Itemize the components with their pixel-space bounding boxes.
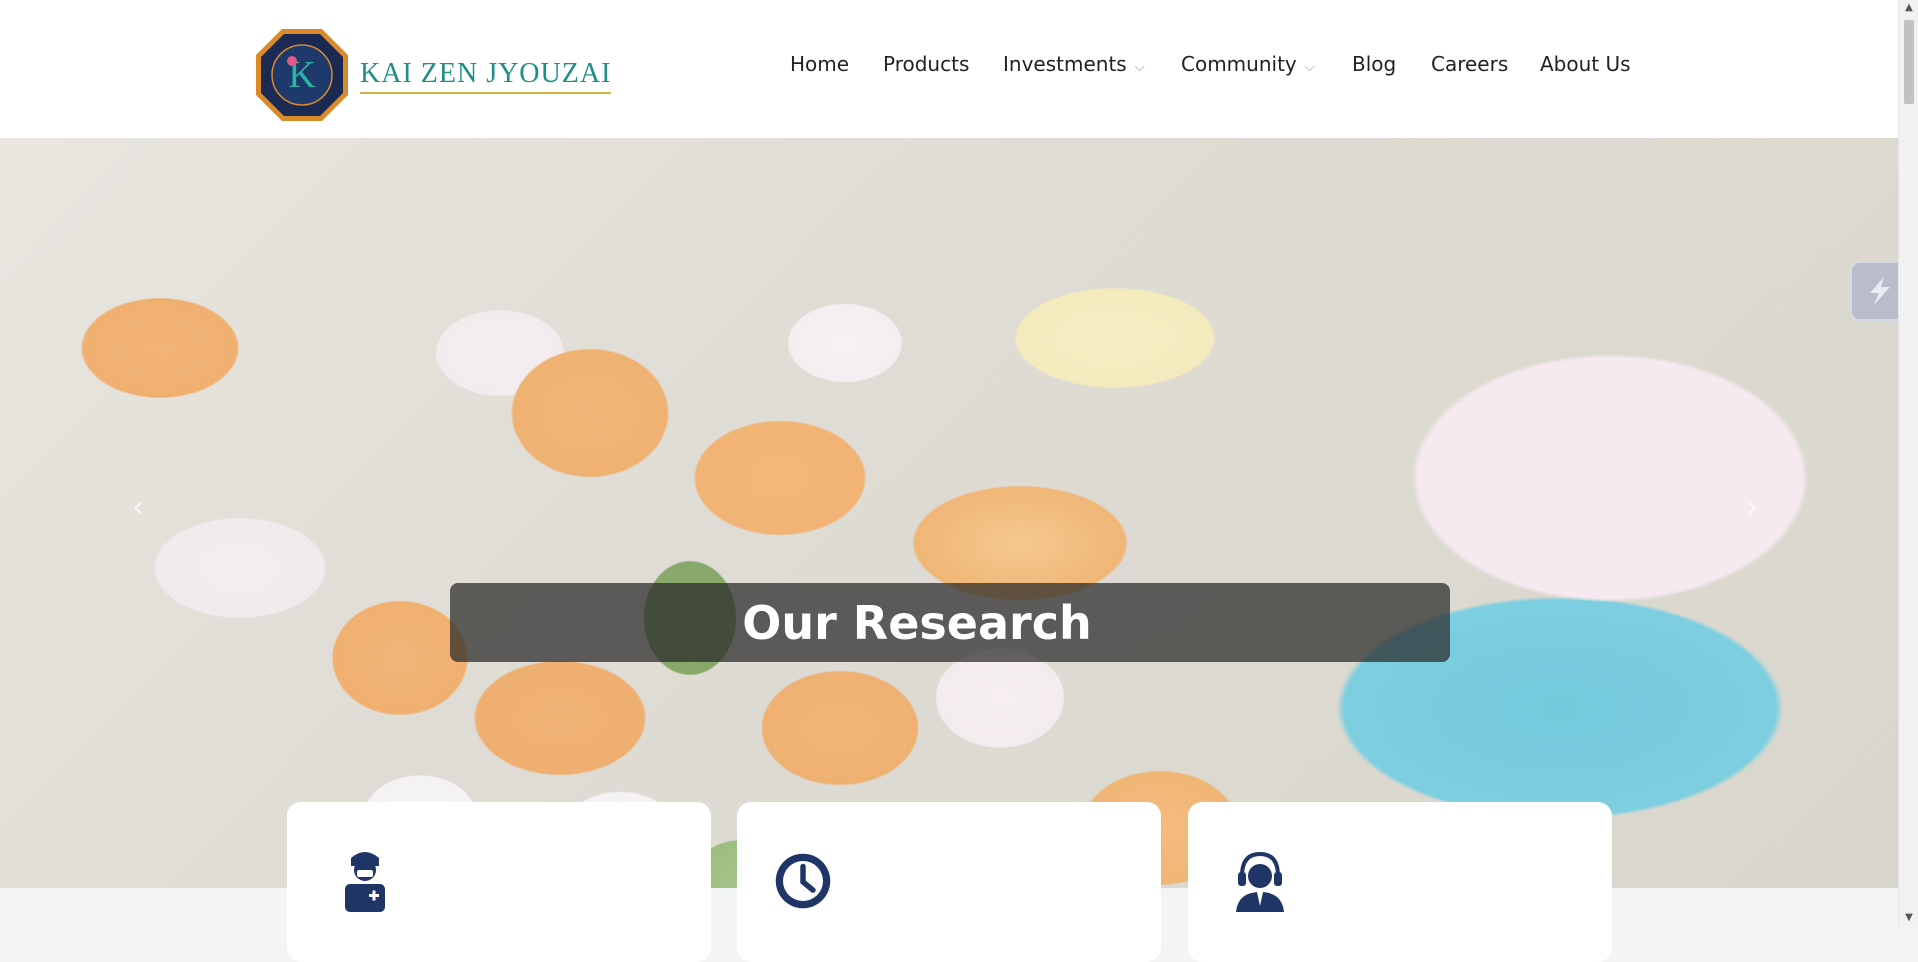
nav-community[interactable]: Community ⌵ xyxy=(1181,52,1315,76)
company-logo[interactable]: K xyxy=(254,27,350,123)
hero-caption-box: Our Research xyxy=(450,583,1450,662)
feature-card-doctor xyxy=(287,802,711,962)
chevron-right-icon[interactable]: › xyxy=(1746,490,1758,525)
support-agent-icon xyxy=(1236,851,1284,912)
clock-icon xyxy=(775,853,831,909)
nav-blog[interactable]: Blog xyxy=(1352,52,1396,76)
nav-investments[interactable]: Investments ⌵ xyxy=(1003,52,1145,76)
scroll-up-icon[interactable]: ▲ xyxy=(1899,2,1918,13)
doctor-icon xyxy=(345,852,385,912)
chevron-left-icon[interactable]: ‹ xyxy=(132,490,144,525)
nav-about-us[interactable]: About Us xyxy=(1540,52,1631,76)
hero-caption: Our Research xyxy=(742,595,1092,650)
chevron-down-icon: ⌵ xyxy=(1304,60,1315,75)
hero-carousel: ‹ › Our Research xyxy=(0,138,1898,888)
brand-name[interactable]: KAI ZEN JYOUZAI xyxy=(360,58,612,94)
nav-careers[interactable]: Careers xyxy=(1431,52,1508,76)
lightning-icon xyxy=(1870,277,1890,305)
feature-card-clock xyxy=(737,802,1161,962)
nav-products[interactable]: Products xyxy=(883,52,969,76)
feature-card-support xyxy=(1188,802,1612,962)
page-scrollbar[interactable]: ▲ ▼ xyxy=(1898,0,1918,927)
chevron-down-icon: ⌵ xyxy=(1134,60,1145,75)
scroll-thumb[interactable] xyxy=(1904,20,1914,104)
scroll-down-icon[interactable]: ▼ xyxy=(1899,912,1918,923)
nav-home[interactable]: Home xyxy=(790,52,849,76)
site-header: K KAI ZEN JYOUZAI Home Products Investme… xyxy=(0,0,1898,138)
